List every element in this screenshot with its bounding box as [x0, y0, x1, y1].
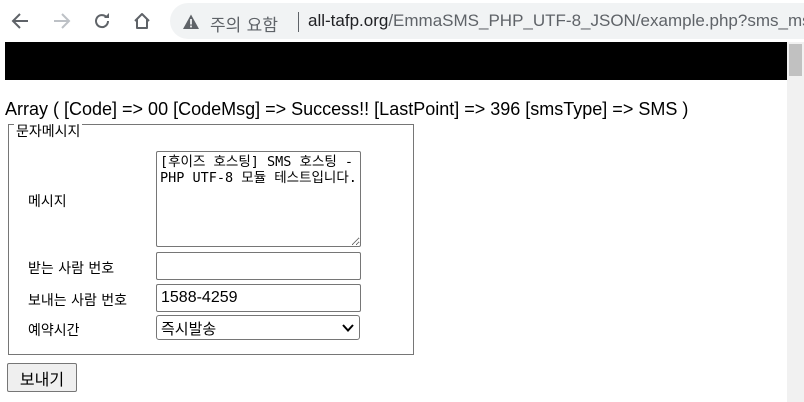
forward-button[interactable]	[50, 9, 74, 33]
black-banner	[5, 42, 787, 80]
fieldset-legend: 문자메시지	[14, 124, 83, 140]
sender-input[interactable]	[156, 284, 361, 312]
address-separator	[298, 12, 299, 32]
recipient-input[interactable]	[156, 252, 361, 280]
back-button[interactable]	[8, 9, 32, 33]
result-array-text: Array ( [Code] => 00 [CodeMsg] => Succes…	[5, 99, 689, 119]
scrollbar-track[interactable]	[787, 42, 804, 402]
schedule-select[interactable]: 즉시발송	[156, 315, 360, 340]
message-textarea[interactable]: [후이즈 호스팅] SMS 호스팅 - PHP UTF-8 모듈 테스트입니다.	[156, 151, 361, 247]
url-text: all-tafp.org/EmmaSMS_PHP_UTF-8_JSON/exam…	[308, 11, 804, 31]
home-icon	[134, 13, 150, 29]
scrollbar-thumb[interactable]	[789, 44, 802, 76]
browser-toolbar: 주의 요함 all-tafp.org/EmmaSMS_PHP_UTF-8_JSO…	[0, 0, 804, 42]
forward-arrow-icon	[54, 13, 71, 29]
schedule-label: 예약시간	[28, 323, 80, 339]
warning-icon	[183, 14, 199, 29]
security-warning-text: 주의 요함	[210, 16, 278, 36]
chevron-down-icon	[342, 324, 354, 332]
send-button[interactable]: 보내기	[7, 363, 77, 392]
address-bar[interactable]: 주의 요함 all-tafp.org/EmmaSMS_PHP_UTF-8_JSO…	[170, 3, 804, 39]
back-arrow-icon	[11, 13, 28, 29]
url-path: /EmmaSMS_PHP_UTF-8_JSON/example.php?sms_…	[388, 11, 804, 30]
reload-icon	[95, 13, 110, 29]
url-domain: all-tafp.org	[308, 11, 389, 30]
reload-button[interactable]	[90, 9, 114, 33]
home-button[interactable]	[130, 9, 154, 33]
recipient-label: 받는 사람 번호	[28, 261, 115, 277]
message-label: 메시지	[28, 194, 67, 210]
schedule-selected-value: 즉시발송	[161, 320, 217, 338]
sender-label: 보내는 사람 번호	[28, 293, 128, 309]
